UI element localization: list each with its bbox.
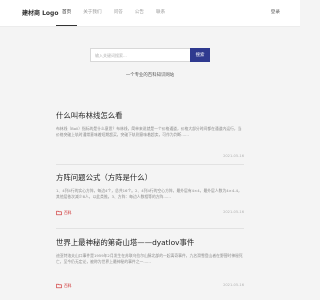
article-title[interactable]: 世界上最神秘的第奇山塔——dyatlov事件 (56, 237, 244, 248)
article-summary: 1、4列4行的实心方阵，每边4个，总共16个。2、4列4行的空心方阵，最外层有4… (56, 188, 242, 200)
search-bar: 搜索 (90, 48, 210, 62)
login-link[interactable]: 登录 (271, 9, 280, 15)
nav-item-about[interactable]: 关于我们 (77, 0, 107, 26)
article-summary: 布林线（Boll）指标的是什么意思？布林线，简单来说就是一个价格通道，价格大部分… (56, 126, 242, 138)
divider (56, 228, 244, 229)
article-date: 2021-05-16 (223, 210, 244, 214)
article-summary: 迪亚特洛夫山口事件是1959年2月发生在苏联乌拉尔山脉北部的一起离奇事件，九名滑… (56, 253, 243, 265)
article-category[interactable]: 百科 (56, 283, 72, 289)
nav-item-contact[interactable]: 联系 (150, 0, 171, 26)
article-date: 2021-05-16 (223, 283, 244, 287)
divider (56, 164, 244, 165)
article-date: 2021-05-16 (223, 154, 244, 158)
nav-item-qa[interactable]: 问答 (108, 0, 129, 26)
site-logo[interactable]: 建材商 Logo (22, 8, 58, 17)
article-category-label: 百科 (64, 283, 72, 288)
article-item: 方阵问题公式（方阵是什么） 1、4列4行的实心方阵，每边4个，总共16个。2、4… (56, 172, 244, 224)
folder-icon (56, 283, 62, 289)
nav-item-home[interactable]: 首页 (56, 0, 78, 26)
top-navbar: 建材商 Logo 首页 关于我们 问答 公告 联系 登录 (0, 0, 300, 27)
site-tagline: 一个专业的百科知识网站 (125, 73, 175, 78)
article-category-label: 百科 (64, 210, 72, 215)
article-item: 什么叫布林线怎么看 布林线（Boll）指标的是什么意思？布林线，简单来说就是一个… (56, 110, 244, 158)
article-title[interactable]: 方阵问题公式（方阵是什么） (56, 172, 244, 183)
article-category[interactable]: 百科 (56, 210, 72, 216)
article-title[interactable]: 什么叫布林线怎么看 (56, 110, 244, 121)
main-nav: 首页 关于我们 问答 公告 联系 (56, 0, 171, 26)
search-input[interactable] (90, 48, 192, 62)
folder-icon (56, 210, 62, 216)
search-button[interactable]: 搜索 (190, 48, 210, 62)
nav-item-notice[interactable]: 公告 (129, 0, 150, 26)
article-item: 世界上最神秘的第奇山塔——dyatlov事件 迪亚特洛夫山口事件是1959年2月… (56, 237, 244, 297)
